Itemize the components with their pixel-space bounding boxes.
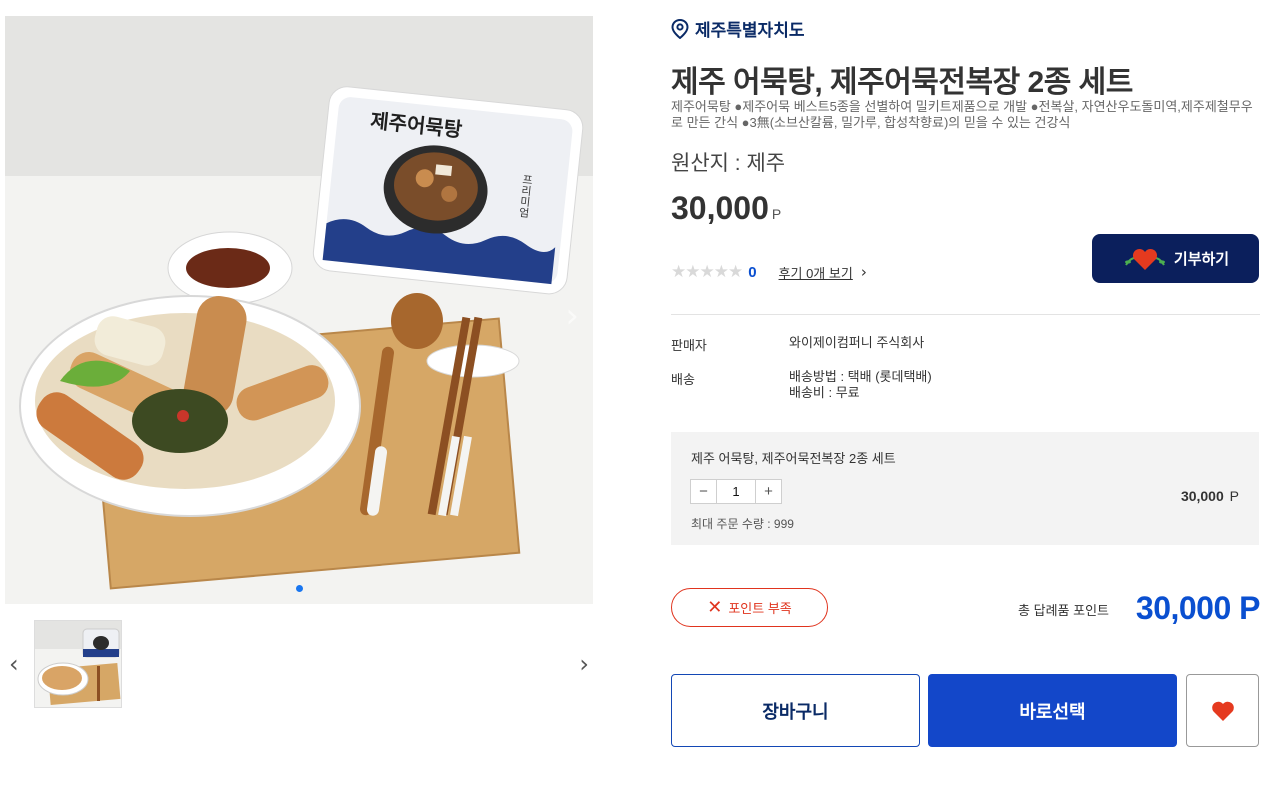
point-shortage-label: 포인트 부족 bbox=[728, 601, 792, 616]
slide-next-arrow-icon[interactable]: › bbox=[565, 296, 579, 336]
heart-icon bbox=[1211, 701, 1234, 721]
shipping-fee: 배송비 : 무료 bbox=[789, 385, 860, 400]
seller-value: 와이제이컴퍼니 주식회사 bbox=[789, 335, 925, 350]
shipping-method: 배송방법 : 택배 (롯데택배) bbox=[789, 369, 932, 384]
thumbnail-image[interactable] bbox=[34, 620, 122, 708]
option-price-unit: P bbox=[1229, 488, 1239, 504]
cart-button[interactable]: 장바구니 bbox=[671, 674, 920, 747]
chevron-right-icon[interactable]: › bbox=[861, 263, 867, 281]
rating-summary: ★★★★★ 0 후기 0개 보기 › bbox=[671, 262, 867, 282]
price-unit: P bbox=[771, 206, 782, 222]
region-tag[interactable]: 제주특별자치도 bbox=[671, 16, 804, 41]
total-points-label: 총 답례품 포인트 bbox=[1018, 603, 1109, 618]
product-price: 30,000 P bbox=[671, 190, 781, 227]
option-price-value: 30,000 bbox=[1180, 488, 1224, 504]
carousel-dots bbox=[5, 585, 593, 592]
option-price: 30,000 P bbox=[1181, 488, 1239, 504]
price-value: 30,000 bbox=[671, 190, 769, 226]
shipping-label: 배송 bbox=[671, 372, 695, 387]
max-order-qty: 최대 주문 수량 : 999 bbox=[691, 517, 794, 531]
thumbnail-strip: ‹ › bbox=[5, 620, 593, 710]
product-description: 제주어묵탕 ●제주어묵 베스트5종을 선별하여 밀키트제품으로 개발 ●전복살,… bbox=[671, 99, 1253, 130]
review-link[interactable]: 후기 0개 보기 bbox=[779, 263, 853, 282]
seller-label: 판매자 bbox=[671, 338, 707, 353]
product-origin: 원산지 : 제주 bbox=[671, 152, 786, 175]
product-photo: 제주어묵탕 프리미엄 bbox=[5, 16, 593, 604]
wishlist-button[interactable] bbox=[1186, 674, 1259, 747]
rating-count: 0 bbox=[748, 263, 757, 281]
quantity-plus-button[interactable]: + bbox=[756, 480, 781, 503]
divider bbox=[671, 314, 1260, 315]
star-rating-icon: ★★★★★ bbox=[671, 262, 743, 282]
thumb-next-arrow-icon[interactable]: › bbox=[579, 650, 589, 678]
donate-label: 기부하기 bbox=[1173, 251, 1230, 268]
product-main-image[interactable]: 제주어묵탕 프리미엄 › bbox=[5, 16, 593, 604]
quantity-stepper: − 1 + bbox=[690, 479, 782, 504]
option-title: 제주 어묵탕, 제주어묵전복장 2종 세트 bbox=[691, 451, 896, 466]
heart-wreath-icon bbox=[1124, 248, 1165, 270]
selected-option-box: 제주 어묵탕, 제주어묵전복장 2종 세트 − 1 + 30,000 P 최대 … bbox=[671, 432, 1259, 545]
point-shortage-badge: ✕ 포인트 부족 bbox=[671, 588, 828, 627]
region-label: 제주특별자치도 bbox=[695, 21, 805, 40]
thumb-prev-arrow-icon[interactable]: ‹ bbox=[9, 650, 19, 678]
product-title: 제주 어묵탕, 제주어묵전복장 2종 세트 bbox=[671, 66, 1133, 99]
close-x-icon: ✕ bbox=[707, 597, 723, 618]
buy-now-button[interactable]: 바로선택 bbox=[928, 674, 1177, 747]
donate-button[interactable]: 기부하기 bbox=[1092, 234, 1259, 283]
carousel-dot-active[interactable] bbox=[295, 585, 303, 592]
location-pin-icon bbox=[671, 18, 689, 39]
quantity-minus-button[interactable]: − bbox=[691, 480, 716, 503]
quantity-input[interactable]: 1 bbox=[716, 480, 756, 503]
total-points-value: 30,000 P bbox=[1135, 590, 1261, 626]
